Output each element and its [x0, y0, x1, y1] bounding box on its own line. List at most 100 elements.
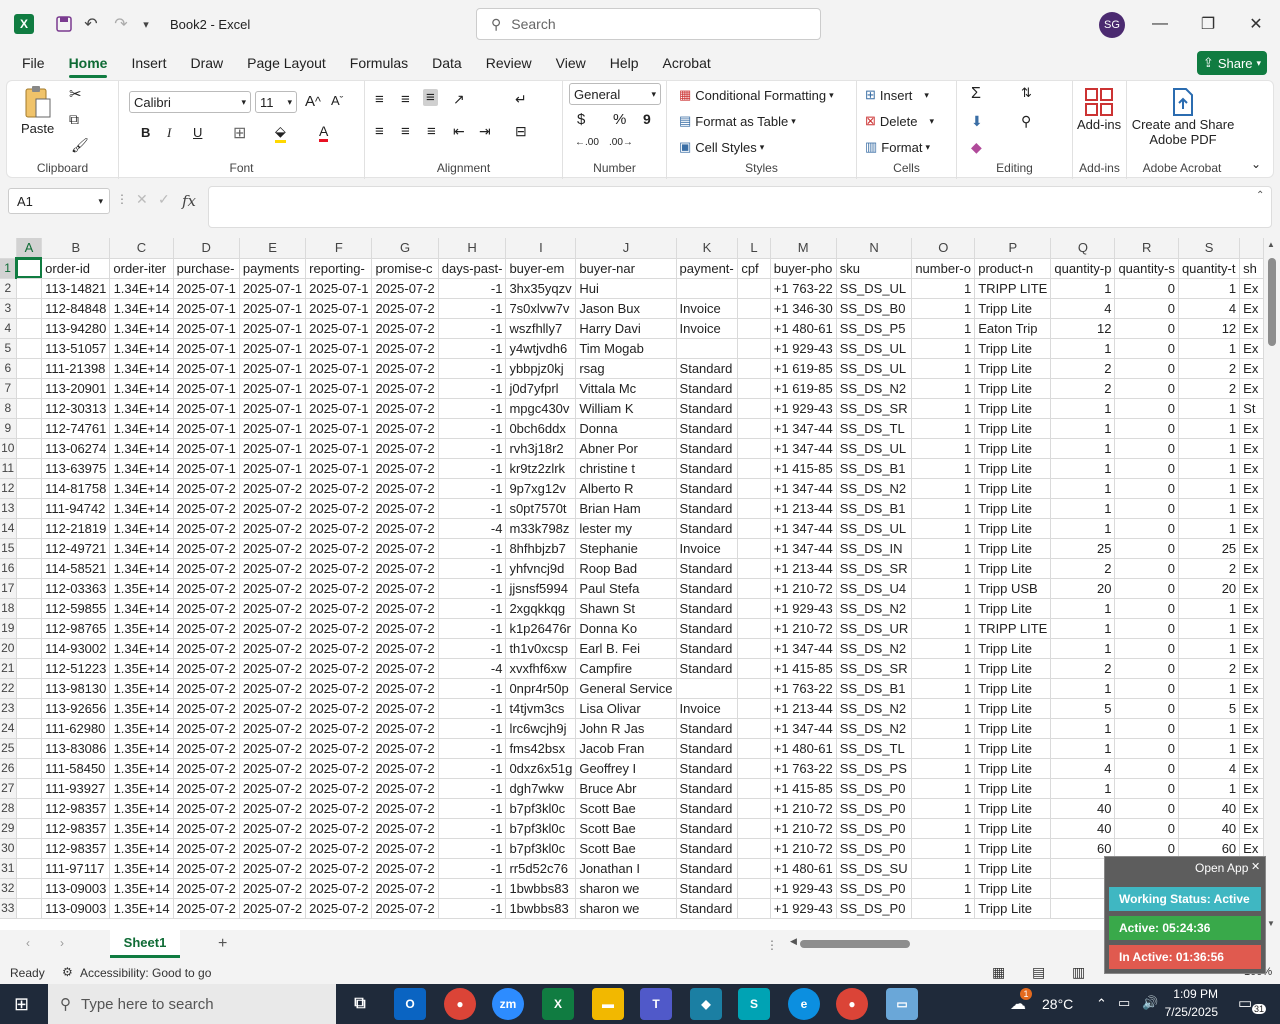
insert-function-button[interactable]: fx — [182, 192, 196, 210]
table-cell[interactable]: 2025-07-2 — [371, 798, 439, 819]
column-header-k[interactable]: K — [676, 238, 739, 259]
excel-taskbar-icon[interactable]: X — [542, 988, 574, 1020]
table-cell[interactable]: Tripp Lite — [974, 698, 1052, 719]
table-cell[interactable]: Standard — [676, 378, 739, 399]
close-icon[interactable]: ✕ — [1251, 860, 1260, 873]
customize-toolbar-icon[interactable]: ▾ — [136, 0, 156, 48]
table-cell[interactable]: Bruce Abr — [575, 778, 677, 799]
table-cell[interactable]: 40 — [1178, 798, 1241, 819]
table-cell[interactable]: 2025-07-2 — [305, 718, 373, 739]
column-header-e[interactable]: E — [239, 238, 307, 259]
table-cell[interactable]: k1p26476r — [505, 618, 577, 639]
table-cell[interactable]: -1 — [438, 618, 507, 639]
italic-button[interactable]: I — [167, 125, 171, 141]
table-cell[interactable] — [737, 458, 771, 479]
table-cell[interactable]: +1 346-30 — [770, 298, 837, 319]
table-cell[interactable]: 2025-07-2 — [173, 518, 240, 539]
column-header-g[interactable]: G — [371, 238, 439, 259]
fill-color-icon[interactable]: ⬙ — [275, 123, 286, 143]
table-cell[interactable]: 2025-07-2 — [239, 598, 307, 619]
table-cell[interactable]: 1bwbbs83 — [505, 878, 577, 899]
table-cell[interactable]: -1 — [438, 558, 507, 579]
table-cell[interactable]: 1 — [911, 598, 976, 619]
table-cell[interactable]: 0 — [1114, 678, 1179, 699]
tab-draw[interactable]: Draw — [178, 48, 235, 78]
row-header[interactable]: 32 — [0, 878, 17, 899]
table-cell[interactable]: SS_DS_B0 — [836, 298, 913, 319]
table-cell[interactable]: Standard — [676, 578, 739, 599]
table-cell[interactable]: 1 — [911, 838, 976, 859]
table-cell[interactable]: 1 — [911, 318, 976, 339]
table-cell[interactable]: Brian Ham — [575, 498, 677, 519]
table-cell[interactable]: 0 — [1114, 438, 1179, 459]
header-cell[interactable]: number-o — [911, 258, 976, 279]
table-cell[interactable]: Standard — [676, 438, 739, 459]
table-cell[interactable]: 1 — [911, 898, 976, 919]
table-cell[interactable]: 2025-07-1 — [173, 338, 240, 359]
table-cell[interactable]: 2025-07-2 — [173, 898, 240, 919]
table-cell[interactable]: 2025-07-2 — [173, 638, 240, 659]
table-cell[interactable]: Ex — [1239, 718, 1264, 739]
table-cell[interactable]: 112-98357 — [41, 818, 111, 839]
table-cell[interactable]: -1 — [438, 438, 507, 459]
table-cell[interactable]: y4wtjvdh6 — [505, 338, 577, 359]
tab-help[interactable]: Help — [598, 48, 651, 78]
table-cell[interactable]: rr5d52c76 — [505, 858, 577, 879]
table-cell[interactable]: 2025-07-2 — [305, 798, 373, 819]
table-cell[interactable] — [737, 558, 771, 579]
table-cell[interactable]: Roop Bad — [575, 558, 677, 579]
table-cell[interactable] — [737, 338, 771, 359]
table-cell[interactable]: SS_DS_PS — [836, 758, 913, 779]
table-cell[interactable]: 2025-07-2 — [305, 878, 373, 899]
collapse-ribbon-icon[interactable]: ⌄ — [1251, 157, 1261, 171]
table-cell[interactable]: 2 — [1050, 378, 1116, 399]
table-cell[interactable]: 1.34E+14 — [109, 598, 174, 619]
table-cell[interactable]: Standard — [676, 878, 739, 899]
table-cell[interactable] — [737, 318, 771, 339]
column-header-m[interactable]: M — [770, 238, 837, 259]
table-cell[interactable]: lrc6wcjh9j — [505, 718, 577, 739]
table-cell[interactable]: 2025-07-2 — [371, 838, 439, 859]
table-cell[interactable]: Ex — [1239, 518, 1264, 539]
table-cell[interactable]: Tripp Lite — [974, 458, 1052, 479]
table-cell[interactable]: 112-21819 — [41, 518, 111, 539]
format-cells-button[interactable]: ▥ Format ▾ — [865, 139, 930, 155]
table-cell[interactable]: Tripp Lite — [974, 438, 1052, 459]
row-header[interactable]: 25 — [0, 738, 17, 759]
table-cell[interactable]: 1 — [1050, 678, 1116, 699]
table-cell[interactable]: 2025-07-2 — [173, 578, 240, 599]
table-cell[interactable]: SS_DS_B1 — [836, 498, 913, 519]
wrap-text-icon[interactable]: ↵ — [515, 91, 527, 108]
row-header[interactable]: 11 — [0, 458, 17, 479]
delete-cells-button[interactable]: ⊠ Delete ▾ — [865, 113, 934, 129]
table-cell[interactable]: SS_DS_P0 — [836, 878, 913, 899]
header-cell[interactable]: product-n — [974, 258, 1052, 279]
table-cell[interactable]: TRIPP LITE — [974, 618, 1052, 639]
table-cell[interactable]: 1 — [1178, 518, 1241, 539]
table-cell[interactable]: Ex — [1239, 478, 1264, 499]
table-cell[interactable]: SS_DS_UL — [836, 518, 913, 539]
table-cell[interactable]: Tripp Lite — [974, 418, 1052, 439]
table-cell[interactable]: 0 — [1114, 378, 1179, 399]
table-cell[interactable]: 2025-07-2 — [305, 658, 373, 679]
table-cell[interactable] — [16, 438, 43, 459]
table-cell[interactable]: 5 — [1050, 698, 1116, 719]
table-cell[interactable]: +1 415-85 — [770, 778, 837, 799]
table-cell[interactable]: 2025-07-2 — [371, 858, 439, 879]
table-cell[interactable]: 3hx35yqzv — [505, 278, 577, 299]
table-cell[interactable]: +1 415-85 — [770, 458, 837, 479]
table-cell[interactable]: Eaton Trip — [974, 318, 1052, 339]
row-header[interactable]: 2 — [0, 278, 17, 299]
save-icon[interactable] — [52, 0, 76, 48]
currency-button[interactable]: $ — [577, 111, 585, 128]
table-cell[interactable]: 2025-07-2 — [305, 838, 373, 859]
table-cell[interactable]: Ex — [1239, 538, 1264, 559]
sheet-tab-sheet1[interactable]: Sheet1 — [110, 930, 180, 958]
column-header-s[interactable]: S — [1178, 238, 1241, 259]
table-cell[interactable] — [737, 598, 771, 619]
table-cell[interactable]: 2025-07-2 — [173, 698, 240, 719]
table-cell[interactable]: 1.35E+14 — [109, 838, 174, 859]
header-cell[interactable]: quantity-p — [1050, 258, 1116, 279]
table-cell[interactable]: Tripp Lite — [974, 378, 1052, 399]
table-cell[interactable]: Standard — [676, 638, 739, 659]
